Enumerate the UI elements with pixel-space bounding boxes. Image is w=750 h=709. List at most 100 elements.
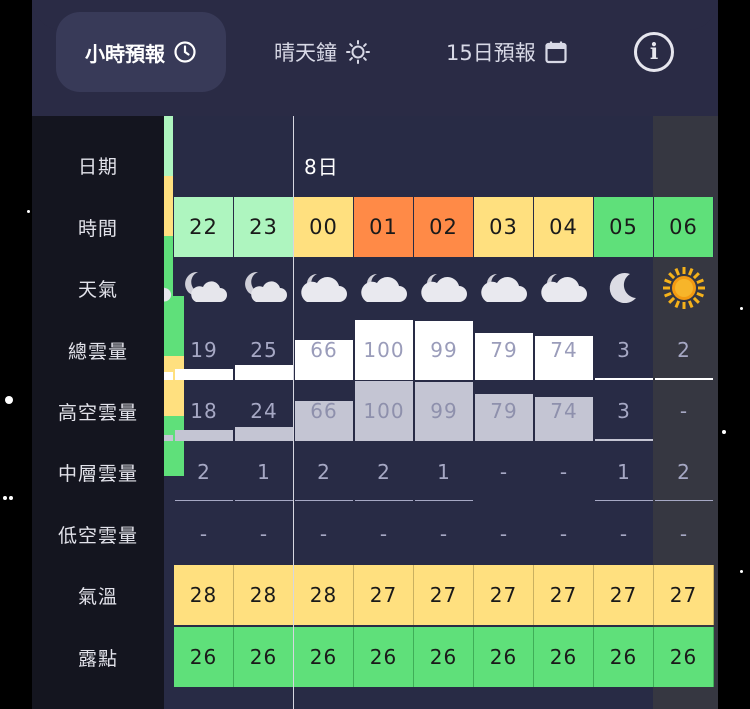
low-cloud-value: - xyxy=(319,522,329,546)
sun-icon xyxy=(654,258,714,318)
tab-label: 晴天鐘 xyxy=(274,41,337,65)
star xyxy=(740,570,743,573)
label-mid-cloud: 中層雲量 xyxy=(57,462,138,485)
label-weather: 天氣 xyxy=(77,278,118,301)
temperature-cell: 28 xyxy=(174,565,234,625)
clock-icon xyxy=(174,41,196,63)
hour-cell[interactable]: 23 xyxy=(234,197,294,257)
low-cloud-value: - xyxy=(199,522,209,546)
moon-cloud-icon xyxy=(164,258,174,318)
temperature-cell: 27 xyxy=(654,565,714,625)
total-cloud-value: 19 xyxy=(190,338,218,362)
dew-point-cell: 26 xyxy=(354,627,414,687)
mid-cloud-value: 1 xyxy=(617,460,631,484)
total-cloud-value: 79 xyxy=(490,338,518,362)
label-high-cloud: 高空雲量 xyxy=(57,401,138,424)
low-cloud-value: - xyxy=(679,522,689,546)
tab-label: 小時預報 xyxy=(85,41,165,66)
cloud-icon xyxy=(414,258,474,318)
high-cloud-value: 74 xyxy=(550,399,578,423)
mid-cloud-value: 2 xyxy=(377,460,391,484)
tab-15-day-forecast[interactable]: 15日預報 xyxy=(446,12,568,92)
temperature-cell: 27 xyxy=(594,565,654,625)
temperature-cell: 27 xyxy=(354,565,414,625)
dew-point-cell: 26 xyxy=(594,627,654,687)
total-cloud-value: 100 xyxy=(363,338,405,362)
prev-high-cloud-bar xyxy=(164,435,173,441)
temperature-cell: 27 xyxy=(414,565,474,625)
dew-point-cell: 26 xyxy=(654,627,714,687)
dew-point-cell: 26 xyxy=(174,627,234,687)
hour-cell[interactable]: 01 xyxy=(354,197,414,257)
total-cloud-value: 25 xyxy=(250,338,278,362)
hour-cell[interactable]: 22 xyxy=(174,197,234,257)
low-cloud-value: - xyxy=(499,522,509,546)
star xyxy=(3,496,7,500)
prev-hour-cell xyxy=(164,116,173,176)
mid-cloud-value: 1 xyxy=(437,460,451,484)
high-cloud-value: 24 xyxy=(250,399,278,423)
low-cloud-value: - xyxy=(619,522,629,546)
dew-point-cell: 26 xyxy=(474,627,534,687)
total-cloud-value: 66 xyxy=(310,338,338,362)
dew-point-cell: 26 xyxy=(234,627,294,687)
temperature-cell: 28 xyxy=(294,565,354,625)
mid-cloud-value: - xyxy=(499,460,509,484)
low-cloud-value: - xyxy=(439,522,449,546)
tab-label: 15日預報 xyxy=(446,41,536,65)
label-time: 時間 xyxy=(77,217,118,240)
forecast-grid[interactable]: 8日 22 19 18 2-28 26 23 25 24 1-28 26 00 66 66 2-28 26 0… xyxy=(164,116,718,709)
label-dew-point: 露點 xyxy=(77,647,118,670)
tab-sunny-clock[interactable]: 晴天鐘 xyxy=(274,12,371,92)
dew-point-cell: 26 xyxy=(534,627,594,687)
hour-cell[interactable]: 04 xyxy=(534,197,594,257)
tab-hourly-forecast[interactable]: 小時預報 xyxy=(56,12,226,92)
prev-total-cloud-bar xyxy=(164,372,173,380)
total-cloud-value: 2 xyxy=(677,338,691,362)
hour-cell[interactable]: 05 xyxy=(594,197,654,257)
moon-cloud-icon xyxy=(174,258,234,318)
date-label: 8日 xyxy=(304,154,339,179)
total-cloud-value: 3 xyxy=(617,338,631,362)
high-cloud-value: 99 xyxy=(430,399,458,423)
temperature-cell: 27 xyxy=(534,565,594,625)
low-cloud-value: - xyxy=(379,522,389,546)
high-cloud-value: 79 xyxy=(490,399,518,423)
moon-icon xyxy=(594,258,654,318)
high-cloud-value: 18 xyxy=(190,399,218,423)
star xyxy=(9,496,13,500)
star xyxy=(27,210,30,213)
label-temperature: 氣溫 xyxy=(77,585,118,608)
hour-cell[interactable]: 06 xyxy=(654,197,714,257)
mid-cloud-value: 2 xyxy=(677,460,691,484)
star xyxy=(5,396,13,404)
moon-cloud-icon xyxy=(234,258,294,318)
low-cloud-value: - xyxy=(559,522,569,546)
mid-cloud-value: 2 xyxy=(197,460,211,484)
high-cloud-value: 66 xyxy=(310,399,338,423)
calendar-icon xyxy=(545,41,567,64)
cloud-icon xyxy=(474,258,534,318)
midnight-divider xyxy=(293,116,294,709)
row-labels: 日期 時間 天氣 總雲量 高空雲量 中層雲量 低空雲量 氣溫 露點 xyxy=(32,116,164,709)
hour-cell[interactable]: 00 xyxy=(294,197,354,257)
star xyxy=(740,307,743,310)
mid-cloud-value: 1 xyxy=(257,460,271,484)
label-date: 日期 xyxy=(77,155,118,178)
prev-temp-cell xyxy=(164,176,173,236)
mid-cloud-value: - xyxy=(559,460,569,484)
dew-point-cell: 26 xyxy=(414,627,474,687)
sun-icon xyxy=(346,40,370,64)
total-cloud-value: 74 xyxy=(550,338,578,362)
label-low-cloud: 低空雲量 xyxy=(57,524,138,547)
hour-cell[interactable]: 02 xyxy=(414,197,474,257)
mid-cloud-value: 2 xyxy=(317,460,331,484)
total-cloud-value: 99 xyxy=(430,338,458,362)
high-cloud-value: 100 xyxy=(363,399,405,423)
info-icon[interactable]: i xyxy=(634,32,674,72)
low-cloud-value: - xyxy=(259,522,269,546)
hour-cell[interactable]: 03 xyxy=(474,197,534,257)
temperature-cell: 27 xyxy=(474,565,534,625)
cloud-icon xyxy=(534,258,594,318)
label-total-cloud: 總雲量 xyxy=(67,340,128,363)
